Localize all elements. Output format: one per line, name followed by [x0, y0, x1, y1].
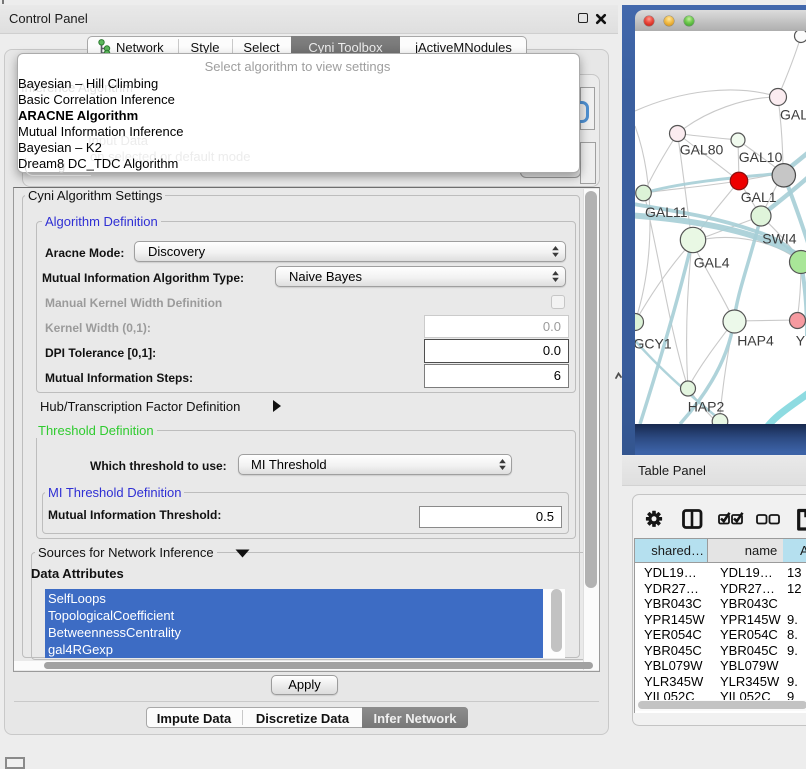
svg-text:GAL: GAL: [780, 106, 806, 122]
svg-text:GAL4: GAL4: [694, 255, 730, 271]
svg-text:HAP2: HAP2: [688, 399, 725, 415]
svg-text:HAP4: HAP4: [737, 333, 774, 349]
svg-text:SWI4: SWI4: [762, 231, 796, 247]
svg-text:GCY1: GCY1: [635, 336, 672, 352]
svg-text:GAL10: GAL10: [739, 149, 783, 165]
svg-text:Y: Y: [796, 333, 806, 349]
svg-text:GAL11: GAL11: [645, 204, 688, 220]
svg-text:GAL1: GAL1: [741, 189, 777, 205]
svg-text:GAL80: GAL80: [680, 142, 724, 158]
